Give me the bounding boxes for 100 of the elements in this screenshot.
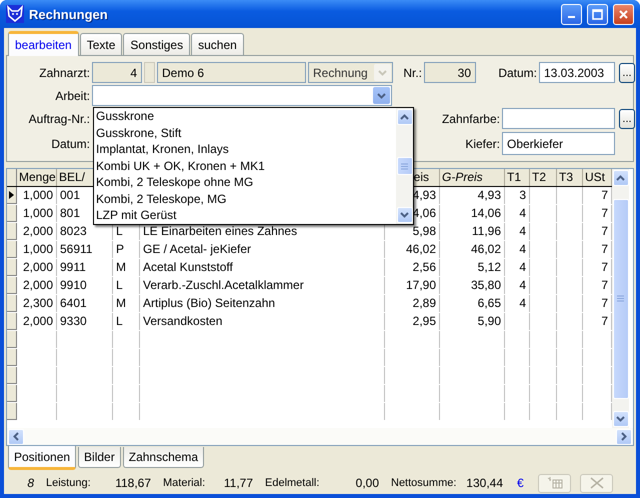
dropdown-option[interactable]: Kombi, 2 Teleskope, MG xyxy=(94,190,396,208)
table-cell: 5,98 xyxy=(412,224,436,238)
column-header[interactable]: USt xyxy=(585,170,606,184)
column-header[interactable]: BEL/ xyxy=(59,170,86,184)
field-label: Datum: xyxy=(497,66,538,80)
scroll-down-icon[interactable] xyxy=(616,416,625,422)
table-cell: 7 xyxy=(601,206,608,220)
dropdown-option[interactable]: Gusskrone, Stift xyxy=(94,124,396,142)
scroll-up-icon[interactable] xyxy=(616,175,625,181)
column-header[interactable]: eis xyxy=(414,170,429,184)
tab[interactable]: Positionen xyxy=(8,446,76,470)
table-cell: 9330 xyxy=(60,314,87,328)
tab[interactable]: Bilder xyxy=(78,447,121,468)
scrollbar[interactable] xyxy=(396,108,413,224)
dropdown-option[interactable]: Implantat, Kronen, Inlays xyxy=(94,141,396,158)
table-cell: P xyxy=(116,242,124,256)
table-cell: 4 xyxy=(519,242,526,256)
minimize-button[interactable] xyxy=(561,4,582,24)
table-cell: 46,02 xyxy=(406,242,436,256)
table-cell: 2,300 xyxy=(22,296,53,310)
tab[interactable]: suchen xyxy=(191,33,244,55)
table-cell: 2,56 xyxy=(412,260,436,274)
table-cell: 7 xyxy=(601,224,608,238)
table-cell: 001 xyxy=(60,188,80,202)
status-value: 118,67 xyxy=(114,476,151,490)
table-cell: 7 xyxy=(601,242,608,256)
table-cell: 5,90 xyxy=(478,314,501,328)
field-label: Kiefer: xyxy=(464,136,501,150)
shade-picker-button[interactable]: ... xyxy=(619,108,635,128)
table-cell: 2,95 xyxy=(412,314,436,328)
horizontal-scrollbar[interactable] xyxy=(7,428,633,445)
table-cell: Verarb.-Zuschl.Acetalklammer xyxy=(143,278,304,292)
status-label: Edelmetall: xyxy=(265,477,320,489)
dropdown-button[interactable] xyxy=(373,87,390,104)
status-value: 11,77 xyxy=(222,476,253,490)
table-cell: Versandkosten xyxy=(143,314,222,328)
row-indicator[interactable] xyxy=(7,187,17,204)
table-cell: 2,000 xyxy=(22,278,53,292)
chevron-down-icon[interactable] xyxy=(377,92,386,98)
table-cell: 1,000 xyxy=(22,188,53,202)
table-cell: 4,06 xyxy=(412,206,436,220)
table-cell: 7 xyxy=(601,188,608,202)
scroll-up-icon[interactable] xyxy=(400,114,409,120)
table-cell: 17,90 xyxy=(406,278,436,292)
grip-icon xyxy=(401,162,408,170)
minimize-icon xyxy=(568,16,575,18)
table-cell: 14,06 xyxy=(470,206,501,220)
column-header[interactable]: T3 xyxy=(559,170,574,184)
scroll-left-icon[interactable] xyxy=(13,432,19,441)
scroll-down-icon[interactable] xyxy=(400,212,409,218)
scrollbar[interactable] xyxy=(612,169,629,428)
field-label: Datum: xyxy=(50,136,91,150)
maximize-button[interactable] xyxy=(587,4,608,24)
dropdown-option[interactable]: Kombi UK + OK, Kronen + MK1 xyxy=(94,158,396,174)
column-header[interactable]: Menge xyxy=(19,170,56,184)
table-cell: 4 xyxy=(519,206,526,220)
column-header[interactable]: T2 xyxy=(532,170,546,184)
table-cell: 4,93 xyxy=(478,188,501,202)
table-cell: 7 xyxy=(601,260,608,274)
dentist-name-field[interactable]: Demo 6 xyxy=(157,62,306,83)
dropdown-option[interactable]: Kombi, 2 Teleskope ohne MG xyxy=(94,174,396,191)
tab[interactable]: Zahnschema xyxy=(122,447,204,468)
currency-symbol: € xyxy=(517,476,525,490)
table-cell: 9911 xyxy=(60,260,86,274)
table-cell: 4,93 xyxy=(412,188,436,202)
number-field[interactable]: 30 xyxy=(424,62,476,83)
column-header[interactable]: G-Preis xyxy=(442,170,483,184)
dropdown-option[interactable]: LZP mit Gerüst xyxy=(94,207,396,224)
table-cell: 2,000 xyxy=(22,314,53,328)
table-cell: 11,96 xyxy=(472,224,501,238)
status-label: Nettosumme: xyxy=(391,477,458,489)
table-cell: 35,80 xyxy=(470,278,501,292)
field-label: Zahnarzt: xyxy=(38,66,91,80)
status-label: Leistung: xyxy=(46,477,92,489)
field-label: Auftrag-Nr.: xyxy=(28,112,91,126)
table-transfer-icon xyxy=(546,477,562,489)
dentist-number-field[interactable]: 4 xyxy=(92,62,142,83)
table-cell: 8023 xyxy=(60,224,87,238)
column-header[interactable]: T1 xyxy=(507,170,522,184)
close-button[interactable] xyxy=(613,4,634,24)
tab[interactable]: Texte xyxy=(80,33,122,55)
date-field[interactable]: 13.03.2003 xyxy=(539,62,615,83)
scroll-right-icon[interactable] xyxy=(621,432,627,441)
jaw-field[interactable]: Oberkiefer xyxy=(502,132,615,155)
grip-icon xyxy=(617,295,624,302)
table-cell: 56911 xyxy=(60,242,92,256)
app-logo-icon xyxy=(6,5,24,23)
table-cell: 2,000 xyxy=(22,224,53,238)
table-cell: 2,89 xyxy=(412,296,436,310)
date-picker-button[interactable]: ... xyxy=(619,62,635,82)
tooth-shade-field[interactable] xyxy=(502,108,615,129)
table-cell: 7 xyxy=(601,314,608,328)
table-cell: M xyxy=(116,260,126,274)
table-cell: 7 xyxy=(601,278,608,292)
dropdown-option[interactable]: Gusskrone xyxy=(94,108,396,125)
table-cell: LE Einarbeiten eines Zahnes xyxy=(143,224,298,238)
tab[interactable]: Sonstiges xyxy=(123,33,190,55)
tab[interactable]: bearbeiten xyxy=(8,31,79,56)
status-label: Material: xyxy=(163,477,206,489)
table-cell: 801 xyxy=(60,206,80,220)
